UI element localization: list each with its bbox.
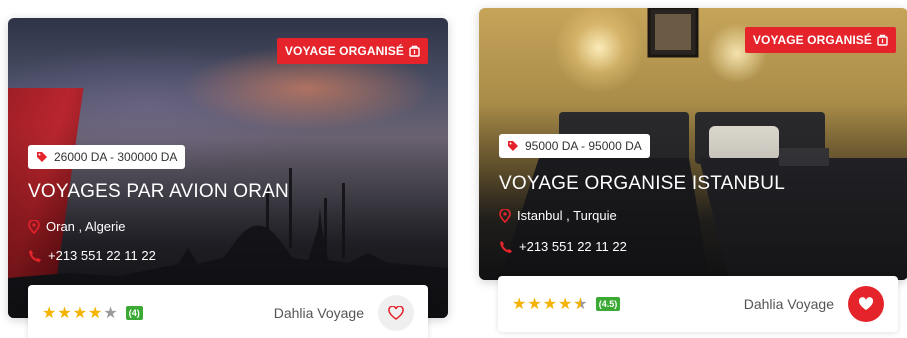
rating-stars: ★ ★ ★ ★ ★ — [512, 294, 588, 314]
heart-icon — [858, 297, 874, 310]
star-icon: ★ — [88, 305, 103, 322]
star-icon: ★ — [42, 305, 57, 322]
agency-name[interactable]: Dahlia Voyage — [274, 305, 364, 321]
location-pin-icon — [499, 208, 511, 223]
price-range-tag: 95000 DA - 95000 DA — [499, 134, 650, 158]
star-icon: ★ — [558, 296, 573, 313]
star-icon: ★ — [57, 305, 72, 322]
listing-location: Oran , Algerie — [28, 219, 126, 234]
phone-icon — [29, 249, 41, 262]
rating-stars: ★ ★ ★ ★ ★ — [42, 303, 118, 323]
star-icon: ★ — [512, 296, 527, 313]
listing-card-oran[interactable]: VOYAGE ORGANISÉ 26000 DA - 300000 DA VOY… — [8, 18, 448, 318]
listing-title[interactable]: VOYAGES PAR AVION ORAN — [28, 181, 289, 203]
listing-card-istanbul[interactable]: VOYAGE ORGANISÉ 95000 DA - 95000 DA VOYA… — [479, 8, 907, 280]
star-icon: ★ — [527, 296, 542, 313]
agency-name[interactable]: Dahlia Voyage — [744, 296, 834, 312]
tag-icon — [37, 152, 47, 162]
phone-icon — [500, 240, 512, 253]
bag-icon — [877, 34, 888, 46]
rating-score-badge: (4) — [125, 306, 143, 320]
listing-location: Istanbul , Turquie — [499, 208, 617, 223]
listing-card-footer: ★ ★ ★ ★ ★ (4) Dahlia Voyage — [28, 285, 428, 338]
star-icon: ★ — [542, 296, 558, 313]
location-pin-icon — [28, 219, 40, 234]
price-range-tag: 26000 DA - 300000 DA — [28, 145, 186, 169]
bag-icon — [409, 45, 420, 57]
heart-icon — [388, 306, 404, 320]
listing-phone[interactable]: +213 551 22 11 22 — [28, 248, 156, 263]
listing-title[interactable]: VOYAGE ORGANISE ISTANBUL — [499, 173, 785, 195]
organized-trip-badge: VOYAGE ORGANISÉ — [276, 38, 428, 64]
rating-score-badge: (4.5) — [595, 297, 621, 311]
tag-icon — [508, 141, 518, 151]
star-half-icon: ★ — [573, 294, 587, 314]
star-icon: ★ — [72, 305, 88, 322]
favorite-button[interactable] — [378, 295, 414, 331]
listing-phone[interactable]: +213 551 22 11 22 — [499, 239, 627, 254]
listing-card-footer: ★ ★ ★ ★ ★ (4.5) Dahlia Voyage — [498, 276, 898, 332]
favorite-button[interactable] — [848, 286, 884, 322]
star-icon: ★ — [103, 305, 118, 322]
organized-trip-badge: VOYAGE ORGANISÉ — [744, 27, 896, 53]
